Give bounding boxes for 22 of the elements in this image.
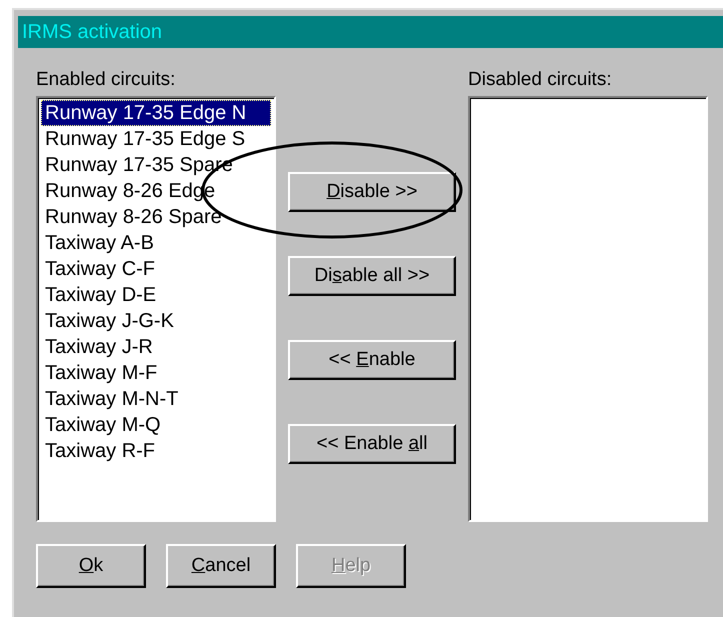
list-item[interactable]: Taxiway M-Q bbox=[41, 412, 271, 438]
dlg-button[interactable]: Cancel bbox=[166, 544, 276, 588]
dlg-button[interactable]: Ok bbox=[36, 544, 146, 588]
list-item[interactable]: Taxiway J-R bbox=[41, 334, 271, 360]
list-item[interactable]: Runway 8-26 Spare bbox=[41, 204, 271, 230]
list-label: Enabled circuits: bbox=[36, 68, 176, 92]
move-button[interactable]: << Enable all bbox=[288, 424, 456, 464]
list-item[interactable]: Taxiway J-G-K bbox=[41, 308, 271, 334]
move-button[interactable]: Disable >> bbox=[288, 172, 456, 212]
move-button[interactable]: << Enable bbox=[288, 340, 456, 380]
list-label: Disabled circuits: bbox=[468, 68, 613, 92]
list-item[interactable]: Runway 17-35 Edge N bbox=[41, 100, 271, 126]
list-box[interactable] bbox=[36, 96, 276, 522]
list-item[interactable]: Taxiway C-F bbox=[41, 256, 271, 282]
window-title: IRMS activation bbox=[22, 20, 162, 44]
list-item[interactable]: Taxiway M-N-T bbox=[41, 386, 271, 412]
list-item[interactable]: Runway 17-35 Edge S bbox=[41, 126, 271, 152]
list-item[interactable]: Taxiway M-F bbox=[41, 360, 271, 386]
list-item[interactable]: Taxiway R-F bbox=[41, 438, 271, 464]
list-item[interactable]: Taxiway A-B bbox=[41, 230, 271, 256]
move-button[interactable]: Disable all >> bbox=[288, 256, 456, 296]
list-item[interactable]: Taxiway D-E bbox=[41, 282, 271, 308]
